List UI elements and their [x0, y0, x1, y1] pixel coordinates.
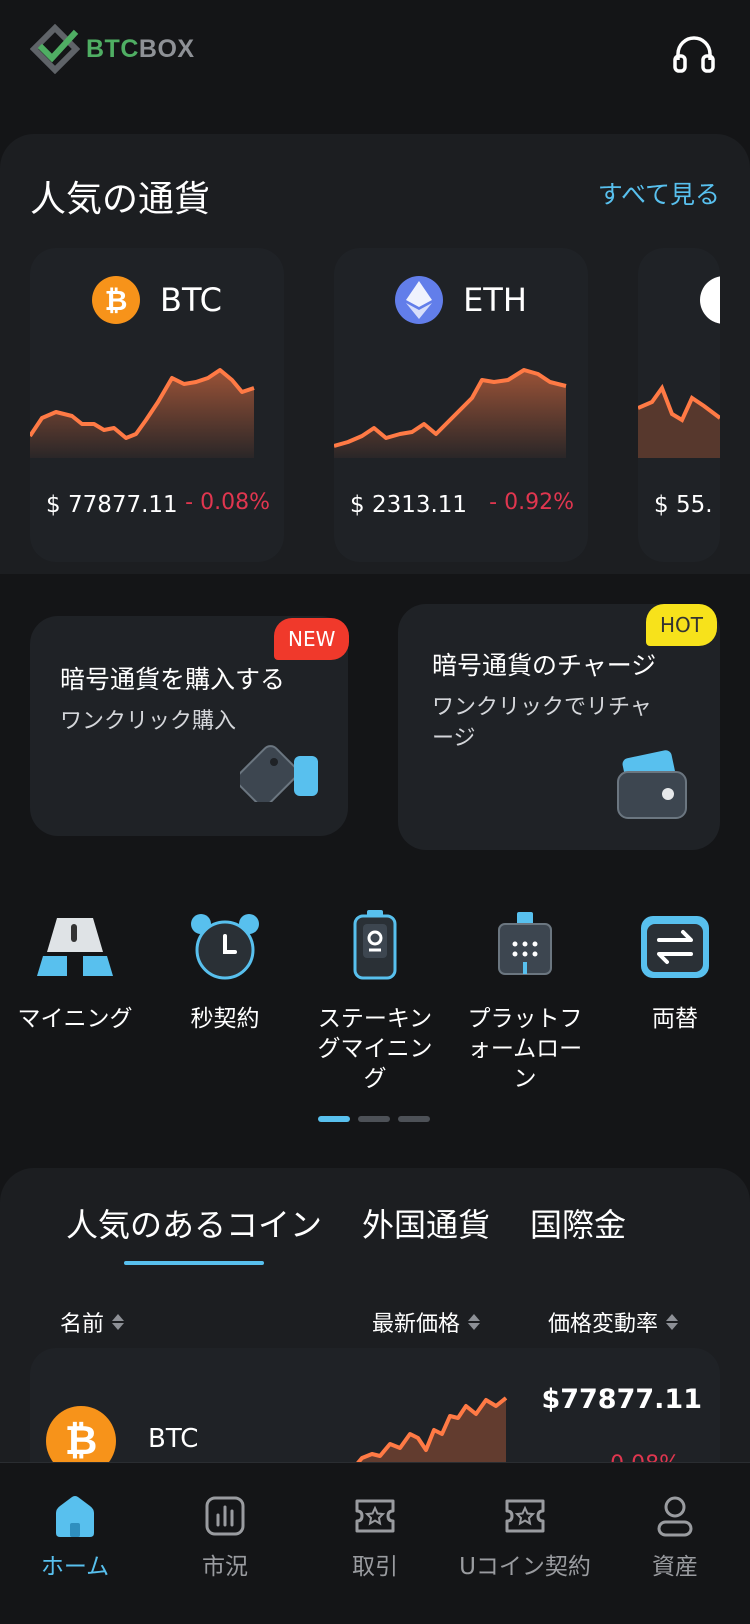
user-icon — [657, 1496, 693, 1537]
quick-menu-label-line1: ステーキン — [317, 1006, 433, 1032]
coin-sparkline — [638, 383, 720, 458]
market-tabs: 人気のあるコイン 外国通貨 国際金 — [66, 1200, 626, 1246]
hot-badge: HOT — [646, 604, 717, 646]
column-header-label: 最新価格 — [372, 1312, 461, 1337]
pager-dot-active[interactable] — [318, 1116, 350, 1122]
nav-label: ホーム — [40, 1554, 110, 1580]
column-header-price[interactable]: 最新価格 — [372, 1306, 481, 1338]
quick-menu-label-line3: ン — [513, 1066, 537, 1092]
btcbox-logo-icon — [30, 24, 80, 74]
column-header-name[interactable]: 名前 — [60, 1306, 125, 1338]
bitcoin-logo-icon: ₿ — [92, 276, 141, 324]
contract-ticket-icon — [505, 1499, 545, 1533]
coin-logo-icon — [700, 276, 720, 324]
nav-label: 市況 — [202, 1554, 248, 1580]
nav-home[interactable]: ホーム — [0, 1463, 150, 1624]
recharge-crypto-title: 暗号通貨のチャージ — [432, 651, 657, 680]
coin-symbol: BTC — [160, 281, 222, 319]
nav-trade[interactable]: 取引 — [300, 1463, 450, 1624]
popular-coins-title: 人気の通貨 — [30, 179, 211, 220]
btcbox-logo[interactable]: BTCBOX — [30, 24, 195, 74]
btc-sparkline — [30, 368, 255, 458]
market-chart-icon — [205, 1496, 245, 1536]
pager-dot[interactable] — [358, 1116, 390, 1122]
price-tag-icon — [240, 745, 318, 802]
coin-card-header: ETH — [334, 276, 588, 324]
buy-crypto-title: 暗号通貨を購入する — [60, 665, 286, 694]
coin-symbol: ETH — [463, 281, 527, 319]
quick-menu-label: 両替 — [652, 1006, 698, 1032]
quick-menu-staking-mining[interactable]: ステーキン グマイニン グ — [300, 910, 450, 1094]
quick-menu-label: 秒契約 — [190, 1006, 260, 1032]
column-header-change[interactable]: 価格変動率 — [548, 1306, 679, 1338]
coin-price: $ 77877.11 — [46, 492, 178, 518]
buy-crypto-subtitle: ワンクリック購入 — [60, 709, 237, 734]
new-badge: NEW — [274, 618, 350, 660]
row-symbol: BTC — [148, 1424, 199, 1454]
quick-menu-label-line1: プラットフ — [467, 1006, 583, 1032]
column-header-label: 名前 — [60, 1312, 105, 1337]
ethereum-diamond-icon — [406, 281, 433, 319]
tab-foreign-currency[interactable]: 外国通貨 — [362, 1200, 490, 1246]
home-screen: BTCBOX 人気の通貨 すべて見る ₿ BTC $ 77877.11 - 0.… — [0, 0, 750, 1624]
coin-card-eth[interactable]: ETH $ 2313.11 - 0.92% — [334, 248, 588, 562]
active-tab-indicator — [124, 1261, 264, 1265]
wallet-icon — [617, 750, 687, 819]
quick-menu-label-line3: グ — [363, 1066, 387, 1092]
tab-popular-coins[interactable]: 人気のあるコイン — [66, 1200, 322, 1246]
quick-menu-label-line2: ォームロー — [467, 1036, 583, 1062]
quick-menu-label: マイニング — [17, 1006, 133, 1032]
coin-card-partial[interactable]: $ 55. — [638, 248, 720, 562]
nav-u-contract[interactable]: Uコイン契約 — [450, 1463, 600, 1624]
bottom-nav: ホーム 市況 取引 Uコイン契約 資産 — [0, 1462, 750, 1624]
quick-menu-label-line2: グマイニン — [317, 1036, 433, 1062]
coin-price: $ 2313.11 — [350, 492, 468, 518]
nav-label: 取引 — [352, 1554, 398, 1580]
coin-card-btc[interactable]: ₿ BTC $ 77877.11 - 0.08% — [30, 248, 284, 562]
quick-menu-mining[interactable]: マイニング — [0, 910, 150, 1034]
exchange-icon — [641, 916, 709, 978]
platform-loan-icon — [498, 912, 552, 975]
app-header: BTCBOX — [0, 0, 750, 110]
sort-icon — [666, 1313, 679, 1331]
pager-dot[interactable] — [398, 1116, 430, 1122]
coin-price: $ 55. — [654, 492, 713, 518]
quick-menu-platform-loan[interactable]: プラットフ ォームロー ン — [450, 910, 600, 1094]
alarm-clock-icon — [191, 914, 259, 980]
nav-assets[interactable]: 資産 — [600, 1463, 750, 1624]
coin-change: - 0.92% — [489, 490, 574, 515]
coin-change: - 0.08% — [185, 490, 270, 515]
quick-menu-pager — [318, 1116, 430, 1122]
tab-international-gold[interactable]: 国際金 — [530, 1200, 626, 1246]
home-icon — [56, 1496, 94, 1537]
row-price: $77877.11 — [541, 1384, 702, 1415]
quick-menu-second-contract[interactable]: 秒契約 — [150, 910, 300, 1034]
sort-icon — [468, 1313, 481, 1331]
ethereum-logo-icon — [395, 276, 444, 324]
recharge-crypto-subtitle-2: ージ — [432, 726, 476, 751]
column-header-label: 価格変動率 — [548, 1312, 659, 1337]
see-all-link[interactable]: すべて見る — [598, 175, 720, 211]
eth-sparkline — [334, 368, 567, 458]
nav-market[interactable]: 市況 — [150, 1463, 300, 1624]
mining-icon — [37, 918, 113, 976]
nav-label: 資産 — [652, 1554, 698, 1580]
quick-menu-exchange[interactable]: 両替 — [600, 910, 750, 1034]
logo-wordmark: BTCBOX — [86, 34, 195, 63]
trade-ticket-icon — [355, 1499, 395, 1533]
coin-card-header: ₿ BTC — [30, 276, 284, 324]
nav-label: Uコイン契約 — [459, 1554, 591, 1580]
sort-icon — [112, 1313, 125, 1331]
staking-icon — [353, 910, 397, 980]
headset-icon[interactable] — [672, 34, 716, 74]
recharge-crypto-subtitle-1: ワンクリックでリチャ — [432, 695, 652, 720]
